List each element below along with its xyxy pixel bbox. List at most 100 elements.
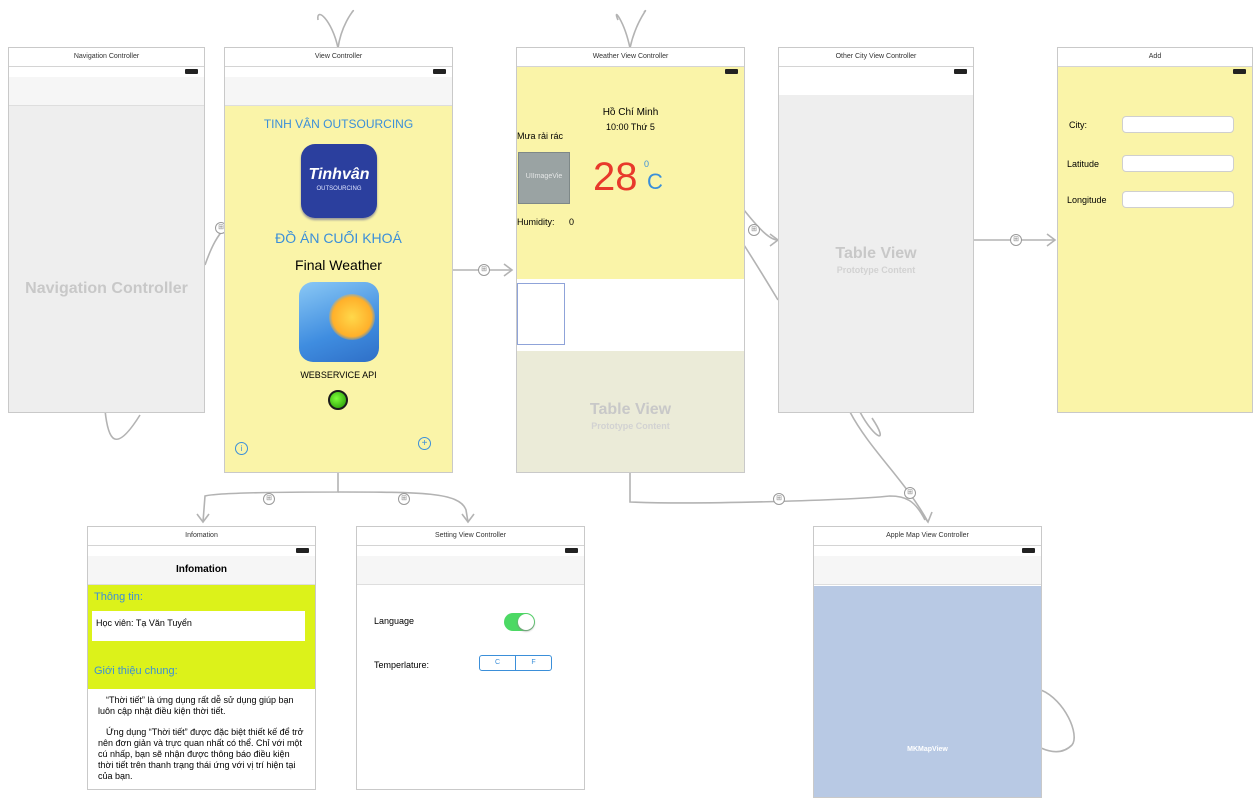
- info-section: Thông tin: Học viên: Tạ Văn Tuyển Giới t…: [88, 585, 315, 689]
- navigation-controller-label: Navigation Controller: [25, 280, 188, 297]
- language-toggle[interactable]: [504, 613, 535, 631]
- humidity-value: 0: [569, 217, 575, 227]
- battery-icon: [433, 69, 446, 74]
- intro-paragraph: Ứng dụng “Thời tiết” được đặc biệt thiết…: [98, 727, 304, 781]
- city-input[interactable]: [1122, 116, 1234, 133]
- segue-icon[interactable]: ⊞: [748, 224, 760, 236]
- segue-icon[interactable]: ⊞: [478, 264, 490, 276]
- battery-icon: [954, 69, 967, 74]
- app-name: Final Weather: [295, 257, 382, 273]
- add-scene[interactable]: Add City: Latitude Longitude: [1058, 48, 1252, 412]
- nav-title: Infomation: [175, 564, 228, 575]
- image-placeholder-label: UIImageVie: [525, 173, 563, 180]
- collection-area: [517, 279, 744, 351]
- latitude-input[interactable]: [1122, 155, 1234, 172]
- other-city-view-controller-scene[interactable]: Other City View Controller Table View Pr…: [779, 48, 973, 412]
- segue-icon[interactable]: ⊞: [904, 487, 916, 499]
- table-view-subtitle: Prototype Content: [836, 265, 916, 275]
- longitude-input[interactable]: [1122, 191, 1234, 208]
- company-heading: TINH VÂN OUTSOURCING: [263, 117, 414, 131]
- language-label: Language: [374, 616, 415, 626]
- segue-icon[interactable]: ⊞: [773, 493, 785, 505]
- segue-icon[interactable]: ⊞: [263, 493, 275, 505]
- condition-label: Mưa rải rác: [517, 131, 564, 141]
- forecast-table-view[interactable]: Table View Prototype Content: [517, 351, 744, 472]
- nav-bar: [357, 556, 584, 585]
- view-body: TINH VÂN OUTSOURCING Tinhvân OUTSOURCING…: [225, 106, 452, 472]
- unit-segmented-control[interactable]: C F: [479, 655, 552, 671]
- status-bar: [517, 67, 744, 77]
- battery-icon: [1233, 69, 1246, 74]
- weather-top: Hồ Chí Minh 10:00 Thứ 5 Mưa rải rác UIIm…: [517, 67, 744, 279]
- battery-icon: [1022, 548, 1035, 553]
- nav-bar: [9, 77, 204, 106]
- view-controller-scene[interactable]: View Controller TINH VÂN OUTSOURCING Tin…: [225, 48, 452, 472]
- setting-scene[interactable]: Setting View Controller Language Temperl…: [357, 527, 584, 789]
- segment-fahrenheit[interactable]: F: [516, 656, 551, 670]
- status-indicator: [328, 390, 348, 410]
- weather-app-icon: [299, 282, 379, 362]
- segue-icon[interactable]: ⊞: [398, 493, 410, 505]
- toggle-knob: [518, 614, 534, 630]
- table-view-title: Table View: [589, 401, 672, 418]
- status-bar: [88, 546, 315, 556]
- status-bar: [779, 67, 973, 77]
- intro-heading: Giới thiệu chung:: [94, 665, 178, 677]
- degree-symbol: 0: [644, 159, 650, 169]
- longitude-label: Longitude: [1067, 195, 1107, 205]
- city-label: City:: [1069, 120, 1087, 130]
- segment-celsius[interactable]: C: [480, 656, 516, 670]
- battery-icon: [185, 69, 198, 74]
- status-bar: [814, 546, 1041, 556]
- table-view-title: Table View: [835, 245, 917, 262]
- scene-title: Weather View Controller: [517, 48, 744, 67]
- city-label: Hồ Chí Minh: [602, 107, 659, 118]
- status-bar: [357, 546, 584, 556]
- battery-icon: [725, 69, 738, 74]
- battery-icon: [296, 548, 309, 553]
- humidity-label: Humidity:: [517, 217, 555, 227]
- logo-text: Tinhvân: [308, 166, 370, 183]
- add-body: City: Latitude Longitude: [1058, 67, 1252, 412]
- scene-title: Setting View Controller: [357, 527, 584, 546]
- map-view-controller-scene[interactable]: Apple Map View Controller MKMapView: [814, 527, 1041, 797]
- nav-body: Navigation Controller: [9, 106, 204, 412]
- weather-view-controller-scene[interactable]: Weather View Controller Hồ Chí Minh 10:0…: [517, 48, 744, 472]
- segue-icon[interactable]: ⊞: [1010, 234, 1022, 246]
- latitude-label: Latitude: [1067, 159, 1100, 169]
- intro-paragraph: “Thời tiết” là ứng dụng rất dễ sử dụng g…: [98, 695, 294, 716]
- api-label: WEBSERVICE API: [300, 370, 377, 380]
- collection-cell[interactable]: [517, 283, 565, 345]
- temperature-label: Temperlature:: [374, 660, 430, 670]
- unit-label: C: [647, 169, 663, 194]
- student-text: Học viên: Tạ Văn Tuyển: [96, 618, 192, 628]
- logo-sub: OUTSOURCING: [316, 186, 362, 192]
- intro-text: “Thời tiết” là ứng dụng rất dễ sử dụng g…: [98, 695, 307, 782]
- sun-icon: [329, 294, 375, 340]
- student-field: Học viên: Tạ Văn Tuyển: [92, 611, 305, 641]
- nav-bar: Infomation: [88, 556, 315, 585]
- project-title: ĐỒ ÁN CUỐI KHOÁ: [275, 230, 402, 246]
- temperature-value: 28: [593, 155, 638, 199]
- battery-icon: [565, 548, 578, 553]
- nav-bar: [814, 556, 1041, 585]
- info-heading: Thông tin:: [94, 591, 143, 603]
- navigation-controller-scene[interactable]: Navigation Controller Navigation Control…: [9, 48, 204, 412]
- scene-title: Apple Map View Controller: [814, 527, 1041, 546]
- map-view-label: MKMapView: [907, 746, 948, 753]
- map-view[interactable]: MKMapView: [814, 586, 1041, 797]
- scene-title: Add: [1058, 48, 1252, 67]
- plus-circle-icon[interactable]: +: [418, 437, 431, 450]
- scene-title: Other City View Controller: [779, 48, 973, 67]
- scene-title: Navigation Controller: [9, 48, 204, 67]
- status-bar: [9, 67, 204, 77]
- table-view-subtitle: Prototype Content: [591, 421, 670, 431]
- status-bar: [1058, 67, 1252, 77]
- info-icon[interactable]: i: [235, 442, 248, 455]
- city-table-view[interactable]: Table View Prototype Content: [779, 95, 973, 412]
- information-scene[interactable]: Infomation Infomation Thông tin: Học viê…: [88, 527, 315, 789]
- status-bar: [225, 67, 452, 77]
- company-logo: Tinhvân OUTSOURCING: [301, 144, 377, 218]
- nav-bar: [225, 77, 452, 106]
- scene-title: Infomation: [88, 527, 315, 546]
